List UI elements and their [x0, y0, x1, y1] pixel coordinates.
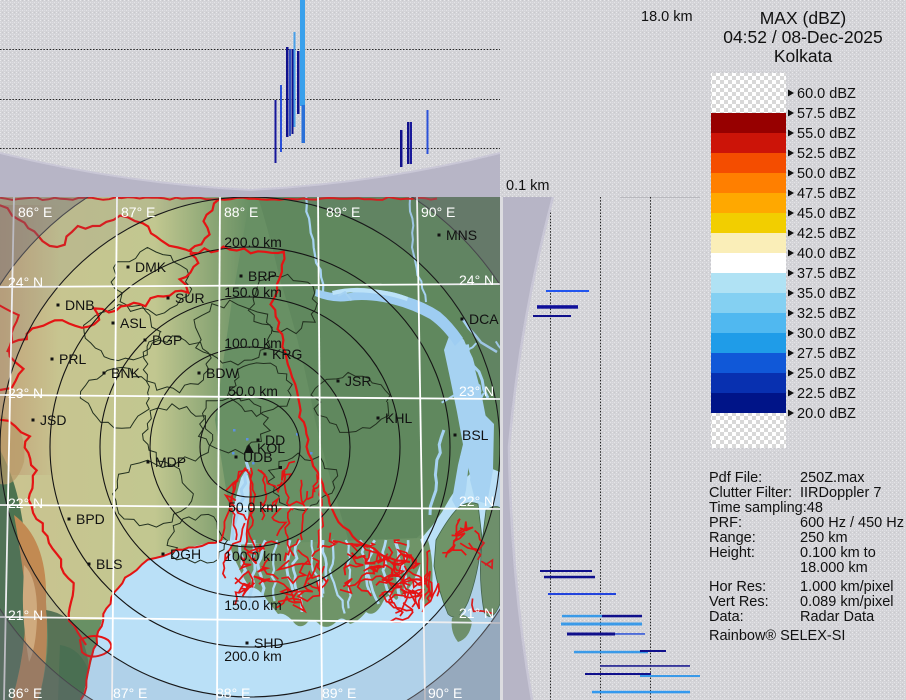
svg-text:18.0 km: 18.0 km — [641, 9, 693, 25]
svg-text:86° E: 86° E — [18, 204, 52, 220]
svg-text:BNK: BNK — [111, 365, 140, 381]
svg-text:0.1 km: 0.1 km — [506, 178, 550, 194]
svg-text:88° E: 88° E — [224, 204, 258, 220]
svg-text:SUR: SUR — [175, 290, 205, 306]
svg-text:250 km: 250 km — [800, 530, 848, 546]
svg-text:22° N: 22° N — [8, 495, 43, 511]
svg-text:30.0 dBZ: 30.0 dBZ — [797, 326, 856, 342]
svg-text:MDP: MDP — [155, 454, 186, 470]
svg-text:18.000 km: 18.000 km — [800, 560, 868, 576]
svg-text:86° E: 86° E — [8, 685, 42, 700]
svg-text:50.0 km: 50.0 km — [228, 383, 278, 399]
svg-text:Rainbow® SELEX-SI: Rainbow® SELEX-SI — [709, 628, 845, 644]
svg-text:IIRDoppler 7: IIRDoppler 7 — [800, 485, 881, 501]
svg-text:0.089 km/pixel: 0.089 km/pixel — [800, 594, 894, 610]
svg-text:DMK: DMK — [135, 259, 167, 275]
svg-text:Time sampling:48: Time sampling:48 — [709, 500, 823, 516]
svg-text:50.0 km: 50.0 km — [228, 499, 278, 515]
svg-text:21° N: 21° N — [459, 605, 494, 621]
svg-text:150.0 km: 150.0 km — [224, 597, 282, 613]
svg-text:55.0 dBZ: 55.0 dBZ — [797, 126, 856, 142]
svg-text:PRF:: PRF: — [709, 515, 742, 531]
svg-text:20.0 dBZ: 20.0 dBZ — [797, 406, 856, 422]
svg-text:25.0 dBZ: 25.0 dBZ — [797, 366, 856, 382]
svg-text:PRL: PRL — [59, 351, 86, 367]
svg-text:DGH: DGH — [170, 546, 201, 562]
svg-text:Height:: Height: — [709, 545, 755, 561]
svg-text:BLS: BLS — [96, 556, 122, 572]
svg-text:32.5 dBZ: 32.5 dBZ — [797, 306, 856, 322]
svg-text:200.0 km: 200.0 km — [224, 234, 282, 250]
svg-text:KRG: KRG — [272, 346, 302, 362]
svg-text:24° N: 24° N — [8, 274, 43, 290]
svg-text:Hor Res:: Hor Res: — [709, 579, 766, 595]
svg-text:DGP: DGP — [152, 332, 182, 348]
svg-text:KOL: KOL — [257, 440, 285, 456]
svg-text:47.5 dBZ: 47.5 dBZ — [797, 186, 856, 202]
svg-text:1.000 km/pixel: 1.000 km/pixel — [800, 579, 894, 595]
svg-text:23° N: 23° N — [8, 385, 43, 401]
svg-text:150.0 km: 150.0 km — [224, 284, 282, 300]
svg-text:87° E: 87° E — [113, 685, 147, 700]
svg-text:JSD: JSD — [40, 412, 66, 428]
svg-text:SHD: SHD — [254, 635, 284, 651]
svg-text:24° N: 24° N — [459, 272, 494, 288]
svg-text:100.0 km: 100.0 km — [224, 548, 282, 564]
svg-text:21° N: 21° N — [8, 607, 43, 623]
svg-text:DCA: DCA — [469, 311, 499, 327]
svg-text:Vert Res:: Vert Res: — [709, 594, 769, 610]
svg-text:0.100 km to: 0.100 km to — [800, 545, 876, 561]
svg-text:Range:: Range: — [709, 530, 756, 546]
svg-text:250Z.max: 250Z.max — [800, 470, 865, 486]
svg-text:35.0 dBZ: 35.0 dBZ — [797, 286, 856, 302]
svg-text:Data:: Data: — [709, 609, 744, 625]
svg-text:Pdf File:: Pdf File: — [709, 470, 762, 486]
svg-text:89° E: 89° E — [326, 204, 360, 220]
svg-text:52.5 dBZ: 52.5 dBZ — [797, 146, 856, 162]
svg-text:45.0 dBZ: 45.0 dBZ — [797, 206, 856, 222]
svg-text:BSL: BSL — [462, 427, 489, 443]
svg-text:88° E: 88° E — [216, 685, 250, 700]
svg-text:DNB: DNB — [65, 297, 95, 313]
svg-text:27.5 dBZ: 27.5 dBZ — [797, 346, 856, 362]
svg-text:Clutter Filter:: Clutter Filter: — [709, 485, 792, 501]
svg-text:57.5 dBZ: 57.5 dBZ — [797, 106, 856, 122]
svg-text:89° E: 89° E — [322, 685, 356, 700]
svg-text:KHL: KHL — [385, 410, 412, 426]
svg-text:Kolkata: Kolkata — [774, 46, 833, 66]
svg-text:BRP: BRP — [248, 268, 277, 284]
svg-text:22° N: 22° N — [459, 493, 494, 509]
svg-text:90° E: 90° E — [421, 204, 455, 220]
svg-text:MNS: MNS — [446, 227, 477, 243]
svg-text:BPD: BPD — [76, 511, 105, 527]
svg-text:90° E: 90° E — [428, 685, 462, 700]
svg-text:87° E: 87° E — [121, 204, 155, 220]
svg-text:40.0 dBZ: 40.0 dBZ — [797, 246, 856, 262]
svg-text:Radar Data: Radar Data — [800, 609, 875, 625]
svg-text:04:52 / 08-Dec-2025: 04:52 / 08-Dec-2025 — [723, 27, 883, 47]
svg-text:50.0 dBZ: 50.0 dBZ — [797, 166, 856, 182]
svg-text:23° N: 23° N — [459, 383, 494, 399]
svg-text:600 Hz / 450 Hz: 600 Hz / 450 Hz — [800, 515, 904, 531]
svg-text:JSR: JSR — [345, 373, 371, 389]
svg-text:BDW: BDW — [206, 365, 239, 381]
svg-text:MAX (dBZ): MAX (dBZ) — [760, 8, 847, 28]
svg-text:22.5 dBZ: 22.5 dBZ — [797, 386, 856, 402]
svg-text:42.5 dBZ: 42.5 dBZ — [797, 226, 856, 242]
svg-text:37.5 dBZ: 37.5 dBZ — [797, 266, 856, 282]
svg-text:ASL: ASL — [120, 315, 147, 331]
svg-text:60.0 dBZ: 60.0 dBZ — [797, 86, 856, 102]
